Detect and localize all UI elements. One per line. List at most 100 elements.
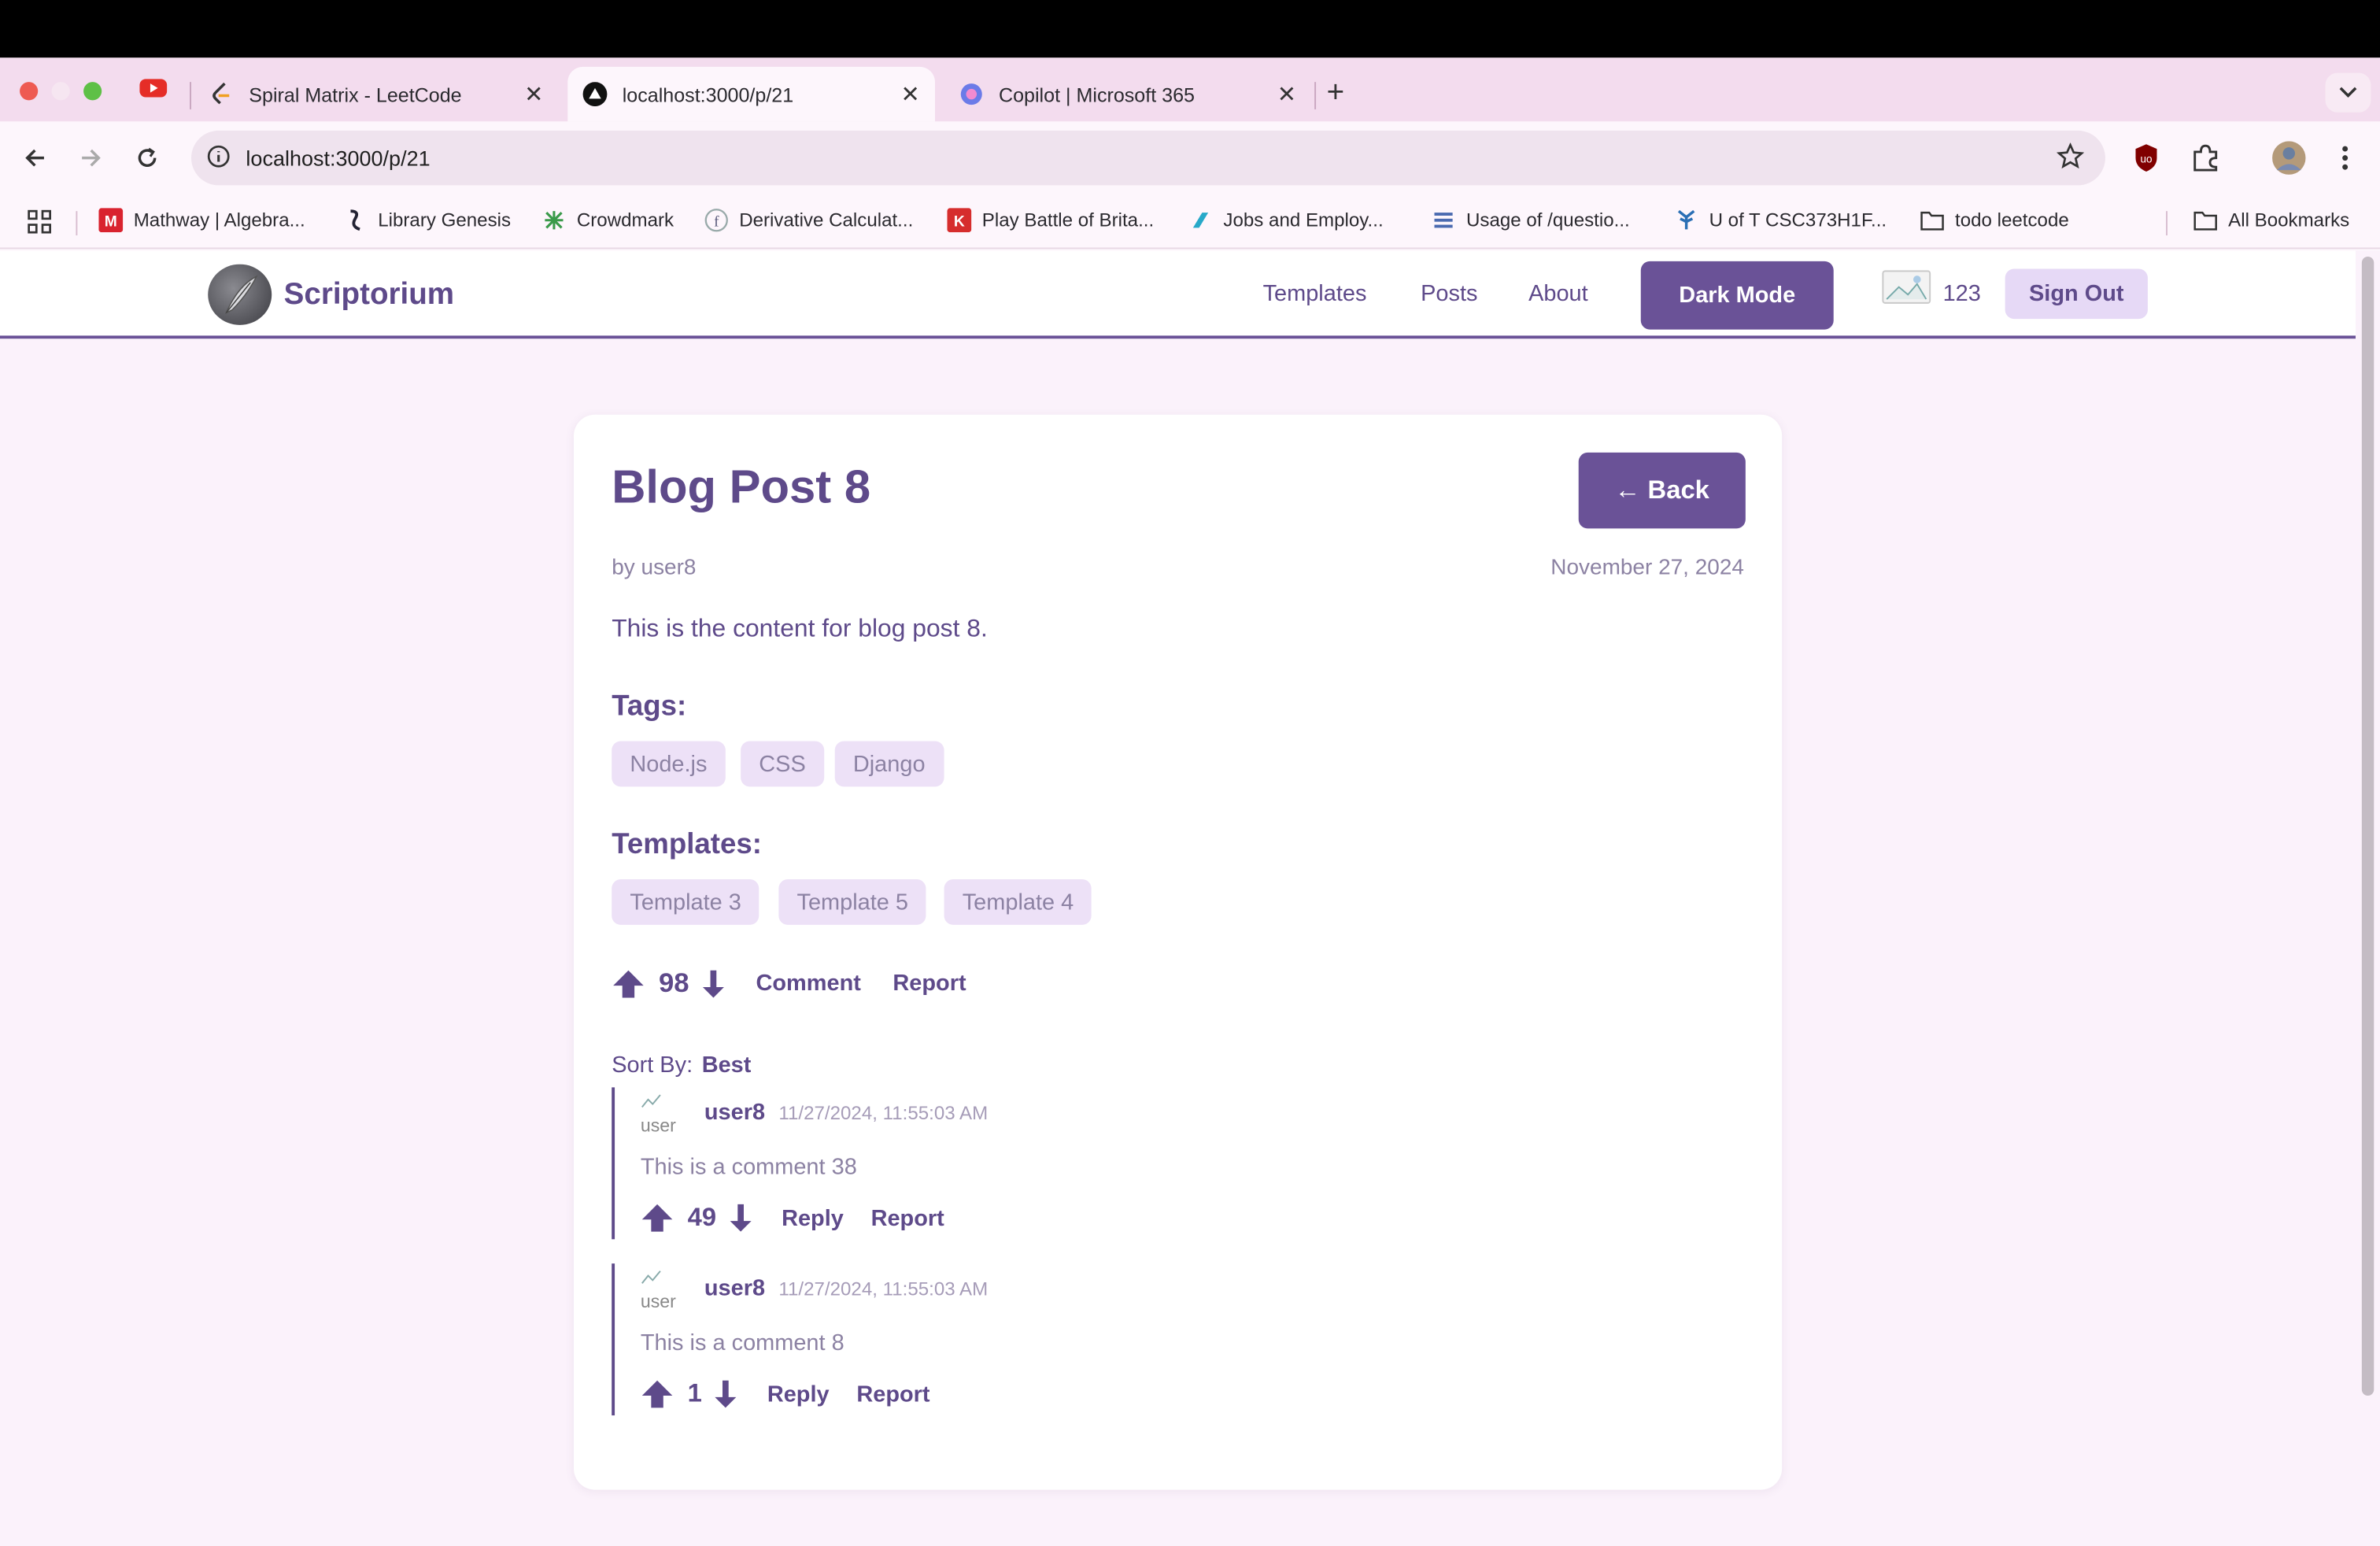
tag-chip[interactable]: Node.js: [612, 741, 726, 787]
back-button[interactable]: ← Back: [1578, 452, 1746, 529]
back-nav-icon[interactable]: [20, 142, 50, 173]
sort-value[interactable]: Best: [702, 1052, 752, 1078]
svg-text:K: K: [954, 213, 965, 230]
downvote-arrow-icon[interactable]: [714, 1379, 738, 1410]
post-date: November 27, 2024: [1550, 556, 1744, 580]
tab-title: Spiral Matrix - LeetCode: [249, 83, 462, 106]
browser-menu-icon[interactable]: [2334, 142, 2356, 180]
tab-localhost[interactable]: localhost:3000/p/21 ✕: [567, 66, 935, 122]
tag-chip[interactable]: Django: [834, 741, 944, 787]
comment-username[interactable]: user8: [704, 1100, 765, 1126]
tab-title: Copilot | Microsoft 365: [998, 83, 1195, 106]
bookmark-folder-todo[interactable]: todo leetcode: [1920, 208, 2069, 232]
bookmark-battle[interactable]: K Play Battle of Brita...: [947, 208, 1155, 233]
report-button[interactable]: Report: [856, 1381, 929, 1407]
broken-image-icon: [1886, 276, 1927, 300]
template-chip[interactable]: Template 3: [612, 879, 760, 925]
apps-grid-icon[interactable]: [28, 209, 52, 234]
bookmark-label: Play Battle of Brita...: [981, 209, 1155, 231]
folder-icon: [2193, 208, 2218, 232]
comment-username[interactable]: user8: [704, 1276, 765, 1302]
folder-icon: [1920, 208, 1945, 232]
template-chip[interactable]: Template 5: [778, 879, 927, 925]
forward-nav-icon[interactable]: [76, 142, 106, 173]
tags-heading: Tags:: [612, 690, 687, 723]
tab-strip: Spiral Matrix - LeetCode ✕ localhost:300…: [0, 57, 2380, 122]
svg-text:f: f: [714, 213, 719, 230]
downvote-arrow-icon[interactable]: [701, 968, 726, 999]
downvote-arrow-icon[interactable]: [729, 1203, 753, 1233]
comment-text: This is a comment 8: [640, 1330, 844, 1356]
tab-title: localhost:3000/p/21: [622, 83, 794, 106]
all-bookmarks-folder[interactable]: All Bookmarks: [2193, 208, 2349, 232]
minimize-window-button[interactable]: [51, 82, 70, 101]
address-bar[interactable]: localhost:3000/p/21: [190, 130, 2105, 186]
svg-text:uo: uo: [2140, 153, 2152, 165]
ublock-icon[interactable]: uo: [2133, 142, 2160, 180]
close-window-button[interactable]: [20, 82, 39, 101]
nav-templates-link[interactable]: Templates: [1263, 281, 1367, 307]
template-chip[interactable]: Template 4: [944, 879, 1092, 925]
extensions-puzzle-icon[interactable]: [2190, 142, 2221, 180]
new-tab-icon[interactable]: +: [1327, 76, 1345, 110]
pinned-tab-youtube[interactable]: [138, 76, 171, 103]
avatar-alt-text: user: [640, 1115, 676, 1137]
page-scrollbar[interactable]: [2356, 250, 2380, 1546]
sort-label: Sort By:: [612, 1052, 693, 1078]
post-vote-bar: 98 Comment Report: [612, 967, 966, 1000]
close-tab-icon[interactable]: ✕: [524, 80, 543, 108]
report-button[interactable]: Report: [871, 1205, 944, 1231]
scriptorium-logo[interactable]: [208, 264, 272, 325]
comment-text: This is a comment 38: [640, 1154, 857, 1181]
reply-button[interactable]: Reply: [782, 1205, 844, 1231]
profile-avatar-icon[interactable]: [2272, 141, 2306, 182]
report-button[interactable]: Report: [893, 971, 966, 997]
post-content: This is the content for blog post 8.: [612, 615, 988, 643]
user-points: 123: [1942, 280, 1981, 307]
derivative-icon: f: [704, 208, 729, 232]
bookmarks-separator: [76, 211, 78, 236]
bookmark-jobs[interactable]: Jobs and Employ...: [1188, 208, 1384, 232]
tab-leetcode[interactable]: Spiral Matrix - LeetCode ✕: [194, 67, 559, 121]
bookmark-mathway[interactable]: M Mathway | Algebra...: [98, 208, 305, 233]
bookmark-label: Derivative Calculat...: [739, 209, 914, 231]
maximize-window-button[interactable]: [83, 82, 102, 101]
sort-control[interactable]: Sort By: Best: [612, 1052, 751, 1078]
bookmark-label: todo leetcode: [1954, 209, 2069, 231]
upvote-arrow-icon[interactable]: [641, 1203, 674, 1233]
upvote-arrow-icon[interactable]: [612, 968, 645, 999]
comment-button[interactable]: Comment: [756, 971, 860, 997]
user-avatar[interactable]: [1882, 270, 1931, 304]
jobs-icon: [1188, 208, 1213, 232]
brand-name[interactable]: Scriptorium: [284, 278, 454, 313]
sign-out-button[interactable]: Sign Out: [2005, 268, 2148, 320]
site-info-icon[interactable]: [206, 144, 231, 176]
reply-button[interactable]: Reply: [767, 1381, 830, 1407]
nav-about-link[interactable]: About: [1528, 281, 1588, 307]
tab-search-button[interactable]: [2325, 72, 2371, 113]
bookmark-uoft[interactable]: U of T CSC373H1F...: [1674, 208, 1887, 232]
bookmark-crowdmark[interactable]: Crowdmark: [541, 208, 674, 232]
scrollbar-thumb[interactable]: [2361, 257, 2374, 1396]
bookmark-libgen[interactable]: Library Genesis: [343, 208, 511, 232]
reload-icon[interactable]: [132, 142, 163, 173]
tab-copilot[interactable]: Copilot | Microsoft 365 ✕: [944, 67, 1312, 121]
comment-avatar: user: [641, 1090, 689, 1136]
post-score: 98: [658, 967, 689, 998]
post-author: by user8: [612, 556, 697, 580]
bookmarks-bar: M Mathway | Algebra... Library Genesis C…: [0, 197, 2380, 250]
uoft-icon: [1674, 208, 1698, 232]
stack-icon: [1432, 208, 1456, 232]
bookmark-derivative[interactable]: f Derivative Calculat...: [704, 208, 913, 232]
upvote-arrow-icon[interactable]: [641, 1379, 674, 1410]
close-tab-icon[interactable]: ✕: [900, 80, 919, 108]
bookmark-usage[interactable]: Usage of /questio...: [1432, 208, 1630, 232]
nav-posts-link[interactable]: Posts: [1421, 281, 1477, 307]
browser-toolbar: localhost:3000/p/21 uo: [0, 121, 2380, 198]
bookmark-star-icon[interactable]: [2056, 142, 2085, 177]
dark-mode-button[interactable]: Dark Mode: [1640, 261, 1834, 330]
comment-vote-bar: 49 Reply Report: [641, 1203, 944, 1233]
site-header: Scriptorium Templates Posts About Dark M…: [0, 250, 2356, 339]
close-tab-icon[interactable]: ✕: [1277, 80, 1296, 108]
tag-chip[interactable]: CSS: [741, 741, 824, 787]
